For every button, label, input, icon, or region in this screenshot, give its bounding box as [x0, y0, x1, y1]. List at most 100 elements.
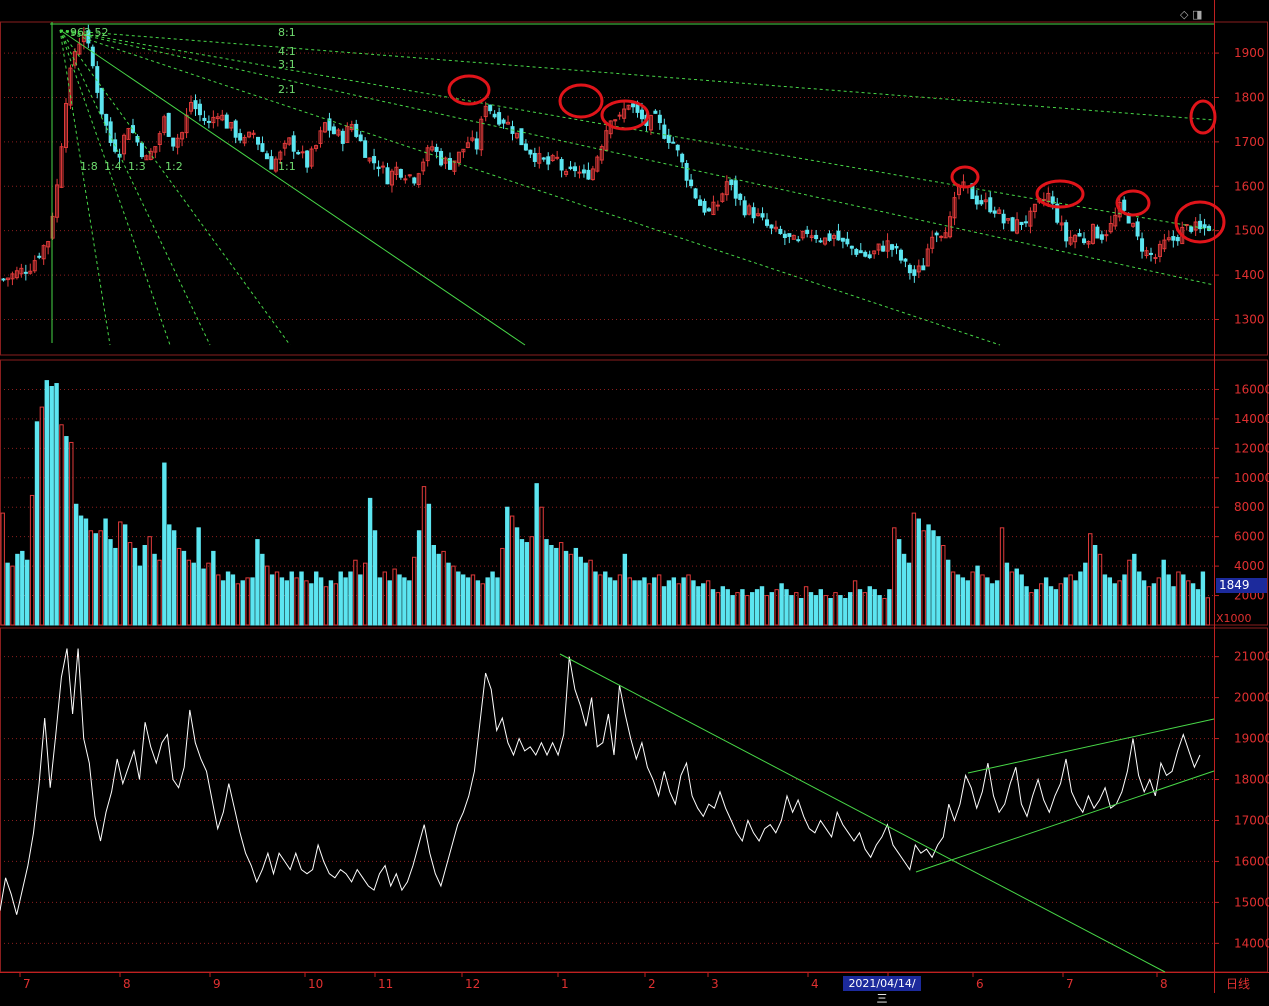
gann-fan-label: 1:8	[80, 160, 98, 173]
volume-bar	[794, 592, 799, 626]
candle-body	[474, 138, 479, 150]
candle-body	[398, 169, 403, 178]
candle-body	[912, 269, 917, 276]
candle-body	[992, 210, 997, 214]
gann-fan-label: 8:1	[278, 26, 296, 39]
volume-panel[interactable]	[0, 380, 1210, 626]
candle-body	[331, 126, 336, 135]
volume-bar	[578, 556, 583, 626]
volume-bar	[157, 559, 162, 626]
volume-bar	[759, 586, 765, 626]
volume-bar	[725, 589, 730, 626]
volume-bar	[671, 577, 677, 626]
candle-body	[1010, 217, 1015, 232]
candle-body	[197, 103, 202, 116]
volume-bar	[1161, 559, 1166, 626]
volume-bar	[1019, 574, 1024, 626]
highlight-ellipse	[447, 74, 491, 106]
volume-bar	[818, 589, 823, 626]
volume-bar	[1088, 533, 1093, 626]
volume-bar	[500, 547, 505, 626]
volume-bar	[911, 512, 917, 626]
volume-bar	[1039, 583, 1044, 626]
volume-bar	[382, 571, 388, 626]
candle-body	[765, 219, 770, 226]
candle-body	[238, 133, 243, 141]
volume-bar	[54, 383, 59, 626]
candle-body	[881, 245, 886, 252]
candle-body	[782, 233, 787, 238]
volume-bar	[460, 574, 466, 626]
volume-bar	[142, 545, 147, 626]
indicator-panel[interactable]	[0, 648, 1215, 973]
y-tick-label: 1300	[1234, 312, 1265, 326]
volume-bar	[294, 577, 299, 626]
volume-bar	[137, 565, 143, 626]
volume-bar	[353, 559, 358, 626]
volume-bar	[803, 586, 809, 626]
toolbar-icons[interactable]: ◇ ◨	[1180, 8, 1202, 21]
candle-body	[403, 178, 408, 181]
candle-body	[617, 114, 622, 117]
volume-bar	[774, 589, 779, 626]
volume-bar	[936, 536, 941, 626]
candle-body	[523, 143, 528, 151]
candle-body	[1202, 224, 1207, 229]
volume-bar	[348, 571, 353, 626]
candle-body	[796, 239, 801, 242]
volume-bar	[730, 595, 735, 626]
volume-bar	[118, 521, 123, 626]
volume-bar	[59, 424, 64, 626]
candle-body	[818, 240, 823, 243]
volume-bar	[1132, 553, 1137, 626]
volume-bar	[20, 550, 25, 626]
y-tick-label: 6000	[1234, 530, 1265, 544]
volume-bar	[0, 512, 5, 626]
volume-bar	[573, 547, 579, 626]
volume-bar	[617, 574, 623, 626]
volume-bar	[745, 595, 750, 626]
x-tick-label: 9	[213, 977, 221, 991]
volume-bar	[647, 583, 652, 626]
volume-bar	[1117, 580, 1122, 626]
candle-body	[814, 234, 819, 240]
x-tick-label: 1	[561, 977, 569, 991]
trendline-channel-high	[967, 718, 1215, 774]
highlight-ellipse	[1189, 99, 1217, 135]
volume-bar	[1156, 577, 1162, 626]
volume-bar	[289, 571, 294, 626]
volume-bar	[225, 571, 231, 626]
candle-body	[805, 229, 810, 234]
volume-bar	[1102, 574, 1108, 626]
candle-body	[662, 124, 667, 139]
volume-bar	[372, 530, 378, 626]
y-tick-label: 8000	[1234, 500, 1265, 514]
volume-bar	[269, 574, 275, 626]
volume-bar	[945, 559, 951, 626]
y-tick-label: 14000	[1234, 412, 1269, 426]
y-tick-label: 10000	[1234, 471, 1269, 485]
volume-bar	[426, 503, 432, 626]
volume-bar	[245, 577, 250, 626]
volume-bar	[1078, 571, 1083, 626]
candle-body	[1001, 213, 1006, 224]
volume-bar	[740, 589, 745, 626]
candle-body	[845, 238, 850, 245]
candle-body	[1064, 222, 1069, 242]
volume-bar	[113, 547, 118, 626]
volume-bar	[49, 386, 54, 626]
y-tick-label: 20000	[1234, 691, 1269, 705]
volume-bar	[622, 553, 628, 626]
price-panel[interactable]: 962.52 8:14:13:12:11:11:21:31:41:8	[1, 22, 1215, 346]
volume-bar	[612, 580, 618, 626]
volume-bar	[216, 574, 221, 626]
volume-bar	[465, 577, 471, 626]
candle-body	[291, 135, 296, 152]
candle-body	[372, 156, 377, 164]
volume-bar	[1009, 571, 1015, 626]
volume-bar	[901, 553, 907, 626]
candle-body	[166, 112, 171, 137]
period-label[interactable]: 日线	[1226, 975, 1250, 992]
y-tick-label: 1700	[1234, 135, 1265, 149]
volume-bar	[529, 536, 534, 626]
